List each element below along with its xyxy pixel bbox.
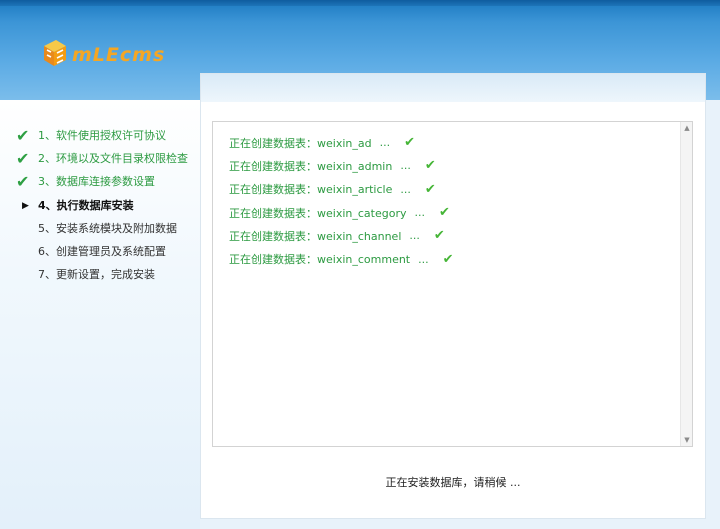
check-icon: ✔ <box>442 251 454 267</box>
step-label: 4、执行数据库安装 <box>38 198 134 212</box>
check-icon: ✔ <box>404 135 415 151</box>
log-line-text: 正在创建数据表：weixin_category <box>229 206 407 220</box>
log-line: 正在创建数据表：weixin_article ... ✔ <box>229 178 454 201</box>
check-icon: ✔ <box>424 158 436 174</box>
step-item: 5、安装系统模块及附加数据 <box>16 217 188 240</box>
log-line: 正在创建数据表：weixin_channel ... ✔ <box>229 224 454 247</box>
log-line-text: 正在创建数据表：weixin_channel <box>229 229 402 243</box>
check-icon: ✔ <box>16 125 30 145</box>
log-line-text: 正在创建数据表：weixin_comment <box>229 253 411 267</box>
log-line-dots: ... <box>409 229 420 243</box>
check-icon: ✔ <box>438 205 450 221</box>
check-icon: ✔ <box>433 228 445 244</box>
check-icon: ✔ <box>16 148 30 168</box>
step-label: 6、创建管理员及系统配置 <box>38 245 166 259</box>
log-line: 正在创建数据表：weixin_comment ... ✔ <box>229 247 454 270</box>
mlecms-logo-icon: mLEcms <box>44 40 165 66</box>
step-item: 6、创建管理员及系统配置 <box>16 240 188 263</box>
step-label: 1、软件使用授权许可协议 <box>38 128 166 142</box>
step-label: 7、更新设置，完成安装 <box>38 268 155 282</box>
log-line-text: 正在创建数据表：weixin_ad <box>229 136 372 150</box>
log-list: 正在创建数据表：weixin_ad ... ✔ 正在创建数据表：weixin_a… <box>229 131 454 271</box>
step-label: 2、环境以及文件目录权限检查 <box>38 151 188 165</box>
log-line: 正在创建数据表：weixin_admin ... ✔ <box>229 154 454 177</box>
step-item-current: ▶ 4、执行数据库安装 <box>16 194 188 217</box>
scroll-up-icon[interactable]: ▲ <box>681 122 693 134</box>
install-log[interactable]: 正在创建数据表：weixin_ad ... ✔ 正在创建数据表：weixin_a… <box>212 121 693 447</box>
log-line-dots: ... <box>400 182 411 196</box>
log-line: 正在创建数据表：weixin_category ... ✔ <box>229 201 454 224</box>
check-icon: ✔ <box>424 181 436 197</box>
check-icon: ✔ <box>16 172 30 192</box>
log-line-dots: ... <box>400 159 411 173</box>
log-line-dots: ... <box>418 252 429 266</box>
log-line-dots: ... <box>414 206 425 220</box>
step-label: 5、安装系统模块及附加数据 <box>38 221 177 235</box>
log-line-dots: ... <box>379 136 391 150</box>
panel-header <box>201 74 705 102</box>
play-arrow-icon: ▶ <box>22 200 29 211</box>
log-line: 正在创建数据表：weixin_ad ... ✔ <box>229 131 454 154</box>
scroll-down-icon[interactable]: ▼ <box>681 434 693 446</box>
install-status-text: 正在安装数据库，请稍候 ... <box>385 476 521 489</box>
step-item: ✔ 2、环境以及文件目录权限检查 <box>16 147 188 170</box>
step-item: 7、更新设置，完成安装 <box>16 264 188 287</box>
step-item: ✔ 3、数据库连接参数设置 <box>16 171 188 194</box>
step-item: ✔ 1、软件使用授权许可协议 <box>16 124 188 147</box>
svg-text:mLEcms: mLEcms <box>72 44 165 66</box>
log-line-text: 正在创建数据表：weixin_article <box>229 183 393 197</box>
log-line-text: 正在创建数据表：weixin_admin <box>229 159 393 173</box>
header-top-line <box>0 0 720 6</box>
install-steps: ✔ 1、软件使用授权许可协议 ✔ 2、环境以及文件目录权限检查 ✔ 3、数据库连… <box>16 124 188 287</box>
step-label: 3、数据库连接参数设置 <box>38 175 155 189</box>
log-scrollbar[interactable]: ▲ ▼ <box>680 122 692 446</box>
logo: mLEcms <box>42 36 172 70</box>
